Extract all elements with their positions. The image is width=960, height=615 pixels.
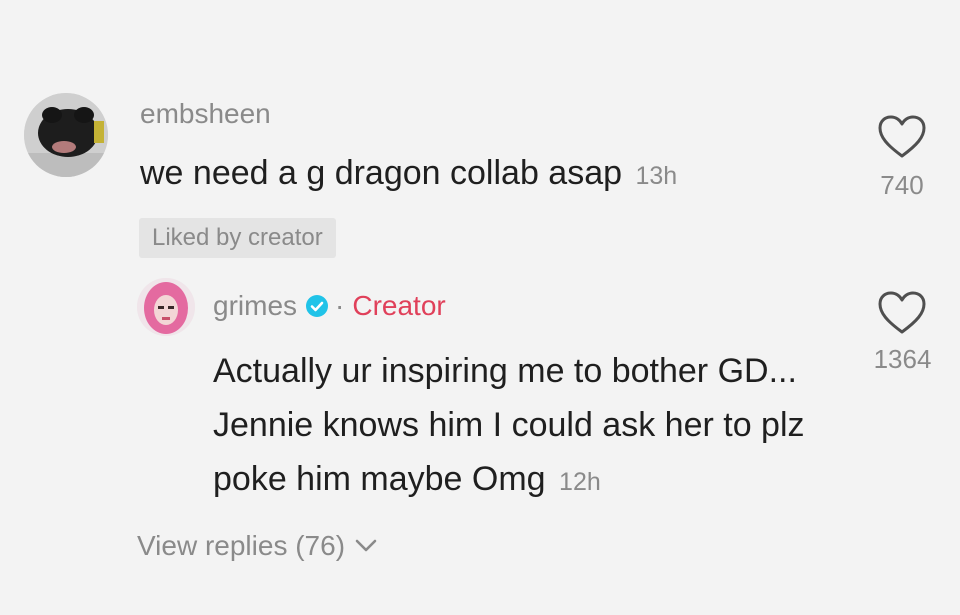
liked-by-creator-badge: Liked by creator — [139, 218, 336, 258]
creator-label: Creator — [352, 290, 446, 321]
view-replies-button[interactable]: View replies (76) — [137, 530, 377, 562]
reply-timestamp: 12h — [559, 468, 601, 496]
reply-avatar[interactable] — [137, 278, 195, 336]
reply-header: grimes · Creator — [213, 290, 446, 322]
comment-body: we need a g dragon collab asap 13h — [140, 154, 677, 193]
heart-outline-icon[interactable] — [877, 114, 927, 160]
view-replies-label: View replies (76) — [137, 530, 346, 561]
comment-timestamp: 13h — [635, 162, 678, 190]
header-separator: · — [335, 290, 345, 321]
avatar-photo-pink-hair — [137, 278, 195, 336]
comment-like-count: 740 — [880, 170, 924, 200]
heart-outline-icon[interactable] — [877, 290, 927, 336]
reply-like-count: 1364 — [873, 344, 932, 374]
reply-body: Actually ur inspiring me to bother GD...… — [213, 344, 853, 509]
comment-username[interactable]: embsheen — [140, 98, 271, 130]
verified-check-icon — [306, 295, 329, 317]
comment-text: we need a g dragon collab asap — [140, 154, 623, 192]
chevron-down-icon — [355, 539, 377, 552]
avatar-photo-dog — [24, 93, 108, 177]
avatar[interactable] — [24, 93, 108, 177]
reply-username[interactable]: grimes — [213, 290, 297, 322]
reply-text: Actually ur inspiring me to bother GD...… — [213, 352, 805, 498]
